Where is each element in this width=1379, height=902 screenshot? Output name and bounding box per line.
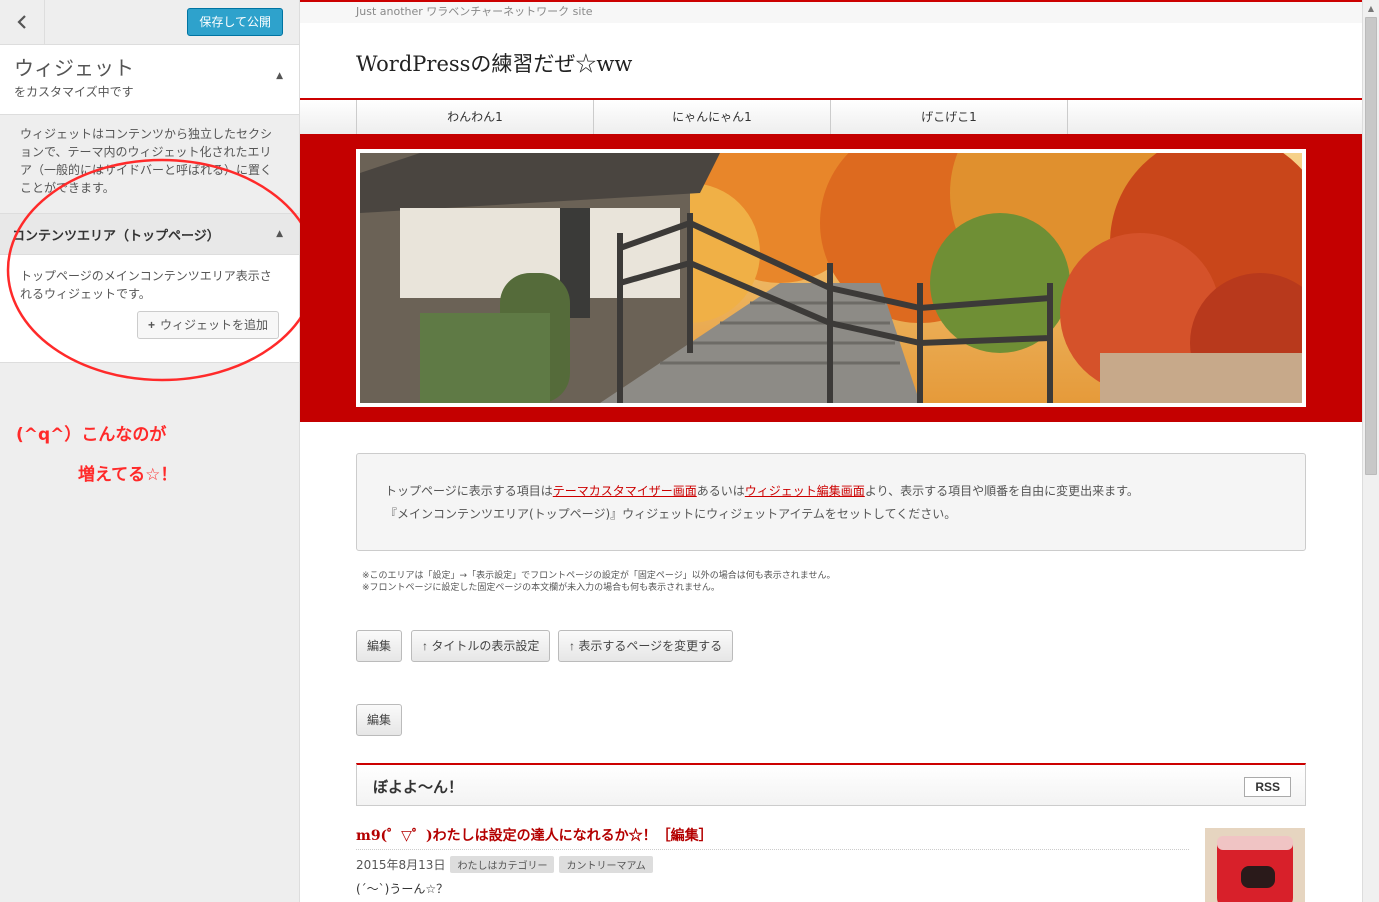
edit-button[interactable]: 編集 [356,630,403,662]
site-preview: Just another ワラベンチャーネットワーク site WordPres… [300,0,1362,902]
front-page-notes: ※このエリアは「設定」→「表示設定」でフロントページの設定が「固定ページ」以外の… [362,570,835,594]
customizer-sidebar: 保存して公開 ウィジェット をカスタマイズ中です ▲ ウィジェットはコンテンツか… [0,0,318,902]
hero-image-autumn-temple [360,153,1302,403]
chevron-left-icon [17,15,26,29]
menu-item-nyannyan[interactable]: にゃんにゃん1 [594,100,831,134]
info-text: あるいは [696,484,745,498]
widget-area-body: トップページのメインコンテンツエリア表示されるウィジェットです。 + ウィジェット… [0,255,299,363]
change-displayed-page-button[interactable]: ↑ 表示するページを変更する [558,630,734,662]
post-thumbnail[interactable] [1205,828,1305,902]
info-text: 『メインコンテンツエリア(トップページ)』ウィジェットにウィジェットアイテムをセ… [385,507,957,521]
post-meta: 2015年8月13日 わたしはカテゴリー カントリーマアム [356,856,653,873]
section-subtitle: をカスタマイズ中です [14,85,134,99]
collapse-triangle-icon[interactable]: ▲ [276,71,283,81]
section-title-panel[interactable]: ウィジェット をカスタマイズ中です ▲ [0,45,299,115]
menu-item-gekogeko[interactable]: げこげこ1 [831,100,1068,134]
add-widget-button[interactable]: + ウィジェットを追加 [136,311,279,339]
site-title[interactable]: WordPressの練習だぜ☆ww [356,48,632,78]
edit-button-2[interactable]: 編集 [356,704,403,736]
post-title-link[interactable]: m9(゜▽゜)わたしは設定の達人になれるか☆！［編集］ [356,825,1189,850]
add-widget-label: ウィジェットを追加 [159,318,268,332]
category-tag[interactable]: わたしはカテゴリー [450,856,555,873]
title-display-setting-button[interactable]: ↑ タイトルの表示設定 [411,630,551,662]
save-and-publish-button[interactable]: 保存して公開 [187,8,283,36]
section-description: ウィジェットはコンテンツから独立したセクションで、テーマ内のウィジェット化された… [0,115,299,213]
back-button[interactable] [0,0,45,44]
collapse-triangle-icon[interactable]: ▲ [276,229,283,239]
sidebar-header: 保存して公開 [0,0,299,45]
note-line: ※このエリアは「設定」→「表示設定」でフロントページの設定が「固定ページ」以外の… [362,571,836,581]
plus-icon: + [147,318,155,332]
widget-editor-link[interactable]: ウィジェット編集画面 [745,484,865,498]
scroll-thumb[interactable] [1365,17,1377,475]
site-tagline: Just another ワラベンチャーネットワーク site [300,0,1362,23]
main-navigation: わんわん1 にゃんにゃん1 げこげこ1 [300,98,1362,134]
info-text: より、表示する項目や順番を自由に変更出来ます。 [864,484,1139,498]
post-date: 2015年8月13日 [356,858,446,872]
widget-title: ぼよよ〜ん！ [373,778,464,796]
section-title: ウィジェット [14,56,134,80]
preview-scrollbar[interactable]: ▲ [1362,0,1379,902]
widget-area-header[interactable]: コンテンツエリア（トップページ） ▲ [0,213,299,255]
annotation-text-1: (^q^）こんなのが [16,425,167,445]
front-page-info-box: トップページに表示する項目はテーマカスタマイザー画面あるいはウィジェット編集画面… [356,453,1306,551]
widget-header: ぼよよ〜ん！ RSS [356,763,1306,806]
post-excerpt: (´～`)うーん☆？ [356,882,449,896]
note-line: ※フロントページに設定した固定ページの本文欄が未入力の場合も何も表示されません。 [362,583,720,593]
hero-image-frame [356,149,1306,407]
annotation-text-2: 増えてる☆！ [78,465,178,485]
hero-banner [300,134,1362,422]
scroll-up-arrow-icon[interactable]: ▲ [1363,0,1379,17]
widget-area-description: トップページのメインコンテンツエリア表示されるウィジェットです。 [20,269,272,301]
menu-item-wanwan[interactable]: わんわん1 [357,100,594,134]
rss-button[interactable]: RSS [1244,777,1291,797]
category-tag[interactable]: カントリーマアム [559,856,653,873]
theme-customizer-link[interactable]: テーマカスタマイザー画面 [553,484,697,498]
widget-area-title: コンテンツエリア（トップページ） [12,229,220,244]
info-text: トップページに表示する項目は [385,484,553,498]
